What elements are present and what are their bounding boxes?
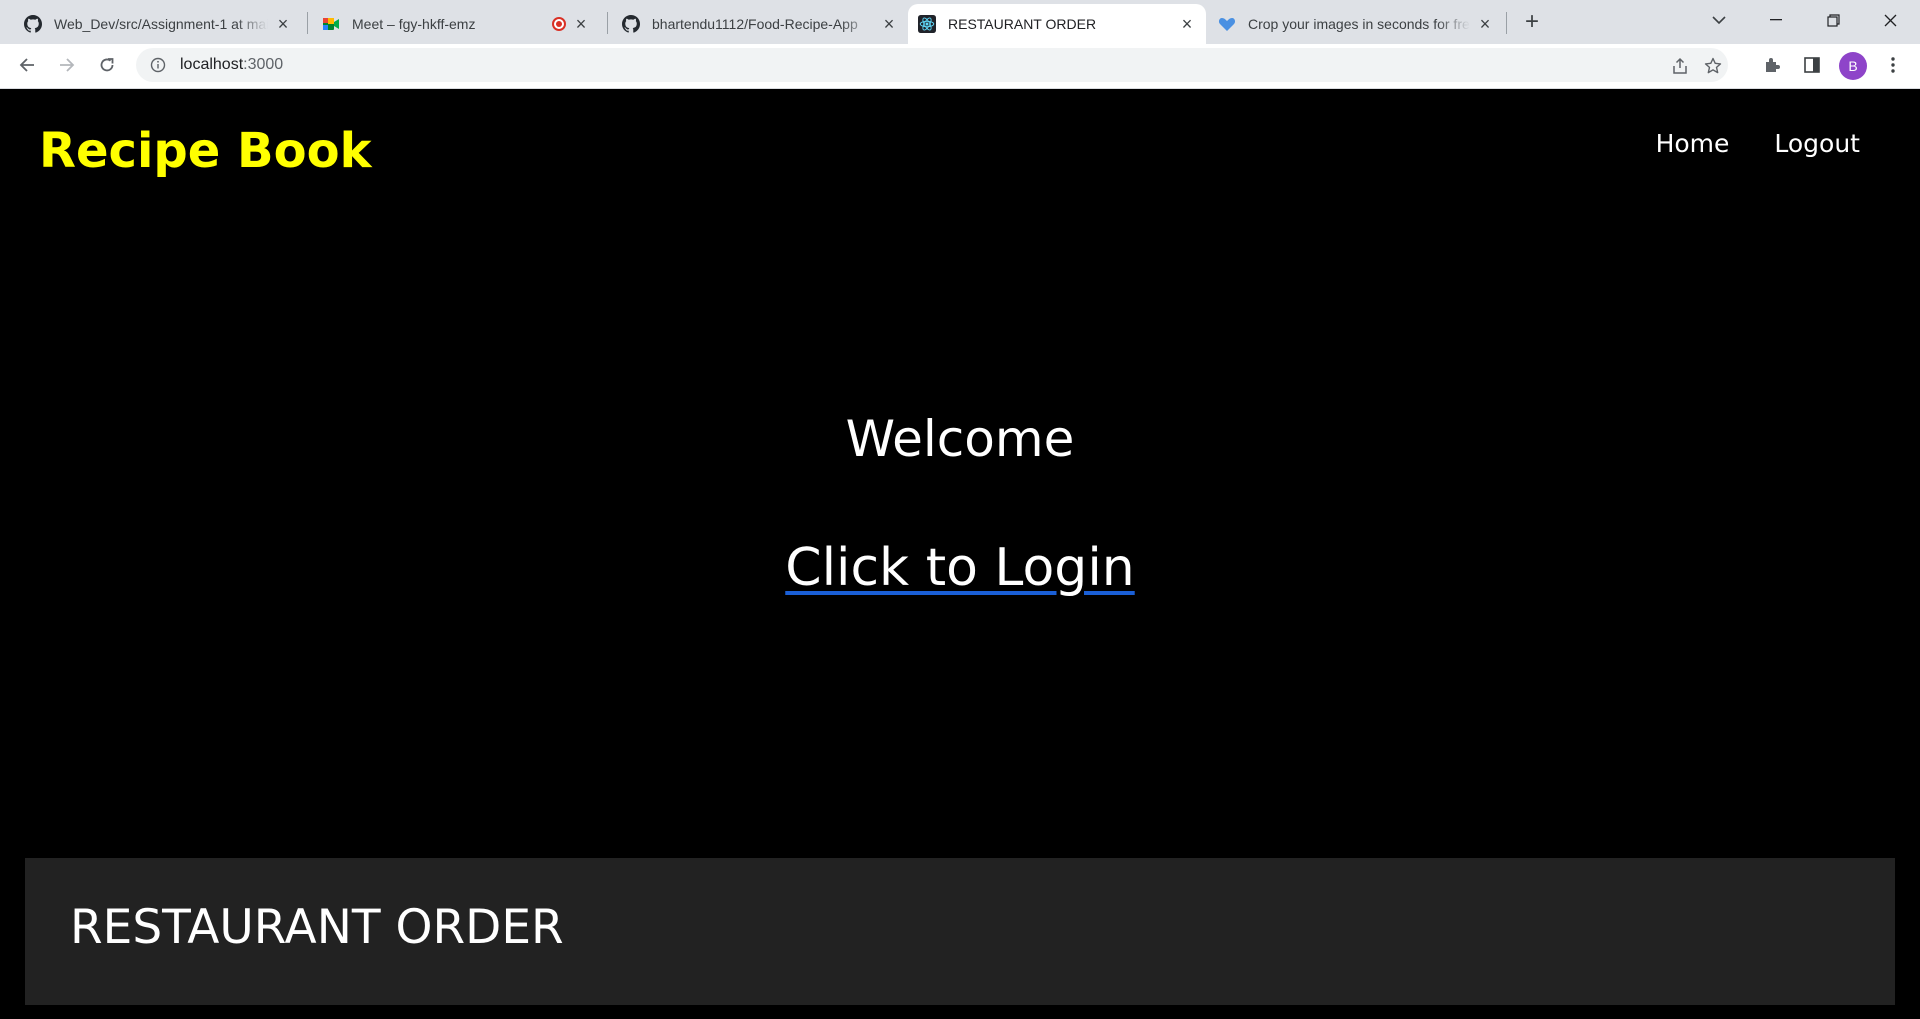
reload-icon [100, 58, 114, 72]
forward-button[interactable] [52, 50, 82, 80]
profile-avatar[interactable]: B [1839, 52, 1867, 80]
google-meet-icon [322, 15, 340, 33]
arrow-right-icon [60, 58, 75, 72]
address-bar[interactable]: localhost:3000 [136, 48, 1728, 82]
url-host: localhost [180, 56, 244, 73]
close-tab-icon[interactable]: × [1476, 15, 1494, 33]
browser-tab-title: bhartendu1112/Food-Recipe-App [652, 16, 858, 32]
page-content: Recipe Book Home Logout Welcome Click to… [0, 89, 1920, 1019]
tab-separator [607, 12, 608, 34]
tab-separator [307, 12, 308, 34]
github-icon [622, 15, 640, 33]
welcome-heading: Welcome [845, 410, 1075, 468]
crop-app-icon [1218, 15, 1236, 33]
github-icon [24, 15, 42, 33]
browser-tab-1[interactable]: Web_Dev/src/Assignment-1 at main × [14, 4, 302, 44]
login-link-container: Click to Login [0, 538, 1920, 598]
click-to-login-link[interactable]: Click to Login [785, 538, 1134, 598]
address-url: localhost:3000 [180, 56, 283, 74]
more-options-icon[interactable] [1878, 50, 1908, 80]
info-icon[interactable] [148, 57, 168, 73]
arrow-left-icon [19, 58, 34, 72]
new-tab-button[interactable]: + [1518, 8, 1546, 36]
browser-tab-title: Meet – fgy-hkff-emz [352, 16, 476, 32]
close-tab-icon[interactable]: × [880, 15, 898, 33]
reload-button[interactable] [92, 50, 122, 80]
nav-home-link[interactable]: Home [1656, 129, 1730, 158]
browser-tab-title: RESTAURANT ORDER [948, 16, 1097, 32]
close-window-button[interactable] [1862, 0, 1918, 40]
brand-logo[interactable]: Recipe Book [39, 123, 372, 179]
browser-tab-strip: Web_Dev/src/Assignment-1 at main × Meet … [0, 0, 1920, 44]
recording-indicator-icon [552, 17, 566, 31]
extensions-icon[interactable] [1757, 50, 1787, 80]
restore-icon [1826, 13, 1840, 27]
close-tab-icon[interactable]: × [572, 15, 590, 33]
minimize-button[interactable] [1748, 0, 1804, 40]
react-icon [918, 15, 936, 33]
tab-separator [1506, 12, 1507, 34]
browser-tab-4-active[interactable]: RESTAURANT ORDER × [908, 4, 1206, 44]
nav-logout-link[interactable]: Logout [1774, 129, 1860, 158]
restore-button[interactable] [1805, 0, 1861, 40]
footer-title: RESTAURANT ORDER [70, 900, 564, 955]
minimize-icon [1770, 19, 1782, 21]
chevron-down-icon [1712, 16, 1726, 25]
browser-tab-5[interactable]: Crop your images in seconds for free × [1208, 4, 1504, 44]
top-nav: Home Logout [1656, 129, 1860, 158]
browser-tab-title: Web_Dev/src/Assignment-1 at main [54, 16, 268, 32]
close-icon [1884, 14, 1896, 26]
close-tab-icon[interactable]: × [1178, 15, 1196, 33]
browser-tab-title: Crop your images in seconds for free [1248, 16, 1470, 32]
side-panel-icon[interactable] [1797, 50, 1827, 80]
browser-toolbar: localhost:3000 B [0, 44, 1920, 89]
share-icon[interactable] [1669, 55, 1691, 77]
close-tab-icon[interactable]: × [274, 15, 292, 33]
browser-tab-3[interactable]: bhartendu1112/Food-Recipe-App × [612, 4, 908, 44]
back-button[interactable] [12, 50, 42, 80]
bookmark-star-icon[interactable] [1702, 55, 1724, 77]
url-port: :3000 [243, 56, 284, 73]
tab-search-button[interactable] [1691, 0, 1747, 40]
footer: RESTAURANT ORDER [25, 858, 1895, 1005]
browser-tab-2[interactable]: Meet – fgy-hkff-emz × [312, 4, 600, 44]
